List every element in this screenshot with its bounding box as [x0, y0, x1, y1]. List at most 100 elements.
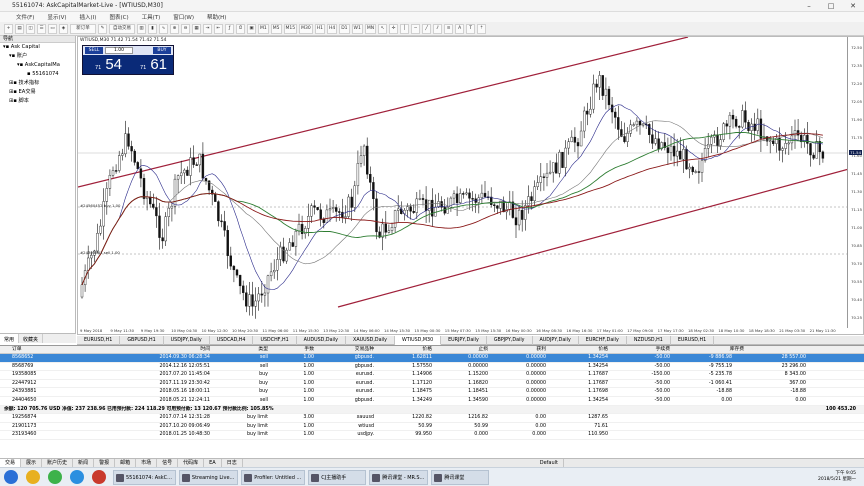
price-chart[interactable] [78, 37, 849, 328]
nav-scripts[interactable]: ⊞▪ 脚本 [0, 97, 75, 106]
chart-tab[interactable]: EURJPY,Daily [441, 335, 487, 345]
chart-window[interactable]: WTIUSD,M30 71.42 71.54 71.42 71.54 #2456… [77, 36, 864, 335]
buy-button[interactable]: BUY [153, 47, 171, 54]
candle-chart-icon[interactable]: ▮ [148, 23, 157, 34]
nav-account-number[interactable]: ▪ 55161074 [0, 70, 75, 79]
indicators-icon[interactable]: ƒ [225, 23, 234, 34]
chart-tab[interactable]: EURUSD,H1 [671, 335, 715, 345]
nav-accounts[interactable]: ▾▪ 账户 [0, 52, 75, 61]
taskbar-app[interactable]: 腾讯课堂 [431, 469, 490, 485]
nav-experts[interactable]: ⊞▪ EA交易 [0, 88, 75, 97]
zoom-in-icon[interactable]: ⊕ [170, 23, 179, 34]
buy-price[interactable]: 71 61 [128, 55, 173, 75]
trade-row[interactable]: 8568769 2014.12.16 12:05:51 sell 1.00 gbpusd… [0, 363, 864, 372]
profiles-icon[interactable]: ▤ [15, 23, 24, 34]
sell-price[interactable]: 71 54 [83, 55, 128, 75]
price-scale[interactable]: 72.50 72.35 72.20 72.05 71.90 71.75 71.60 71.45… [847, 37, 863, 328]
menu-tools[interactable]: 工具(T) [142, 13, 161, 21]
tester-icon[interactable]: ◈ [59, 23, 68, 34]
chart-tab[interactable]: WTIUSD,M30 [395, 335, 442, 345]
qq-icon[interactable] [70, 470, 84, 484]
start-button-icon[interactable] [4, 470, 18, 484]
pending-order-row[interactable]: 21901173 2017.10.20 09:06:49 buy limit 1.00… [0, 423, 864, 432]
menu-view[interactable]: 显示(V) [47, 13, 66, 21]
tile-icon[interactable]: ▦ [192, 23, 201, 34]
time-scale[interactable]: 9 May 2018 9 May 11:30 9 May 19:30 10 May 0… [78, 328, 849, 334]
label-icon[interactable]: T [466, 23, 476, 34]
fibo-icon[interactable]: ≡ [444, 23, 454, 34]
explorer-icon[interactable] [26, 470, 40, 484]
close-button[interactable]: ✕ [842, 0, 864, 12]
new-order-button[interactable]: 新订单 [70, 23, 96, 34]
metaeditor-icon[interactable]: ✎ [98, 23, 107, 34]
tf-d1[interactable]: D1 [339, 23, 350, 34]
trade-row[interactable]: 19358085 2017.07.20 11:45:04 buy 1.00 eurusd… [0, 371, 864, 380]
vertical-line-icon[interactable]: │ [400, 23, 410, 34]
autoscroll-icon[interactable]: ⇥ [203, 23, 212, 34]
channel-icon[interactable]: ⫽ [433, 23, 443, 34]
bar-chart-icon[interactable]: ▥ [137, 23, 146, 34]
chart-tab[interactable]: AUDUSD,Daily [297, 335, 347, 345]
chart-tab[interactable]: EURUSD,H1 [77, 335, 121, 345]
chart-shift-icon[interactable]: ⇤ [214, 23, 223, 34]
trade-row[interactable]: 8568652 2014.09.30 06:28:34 sell 1.00 gbpusd… [0, 354, 864, 363]
tf-m30[interactable]: M30 [299, 23, 313, 34]
trade-row[interactable]: 24393881 2018.05.16 18:00:11 buy 1.00 eurusd… [0, 388, 864, 397]
menu-window[interactable]: 窗口(W) [173, 13, 194, 21]
trade-row[interactable]: 22447912 2017.11.19 23:30:42 buy 1.00 eurusd… [0, 380, 864, 389]
market-watch-icon[interactable]: ◫ [26, 23, 35, 34]
text-icon[interactable]: A [455, 23, 465, 34]
terminal-icon[interactable]: ▭ [48, 23, 57, 34]
line-chart-icon[interactable]: ∿ [159, 23, 168, 34]
minimize-button[interactable]: – [798, 0, 820, 12]
taskbar-app[interactable]: 55161074: AskC... [113, 469, 176, 485]
nav-server[interactable]: ▾▪ AskCapitalMa [0, 61, 75, 70]
chart-tab[interactable]: AUDJPY,Daily [533, 335, 579, 345]
tf-w1[interactable]: W1 [351, 23, 363, 34]
chart-tab[interactable]: USDCHF,H1 [253, 335, 297, 345]
auto-trading-button[interactable]: 自动交易 [109, 23, 135, 34]
tf-h4[interactable]: H4 [326, 23, 338, 34]
nav-indicators[interactable]: ⊞▪ 技术指标 [0, 79, 75, 88]
chart-tab[interactable]: GBPUSD,H1 [120, 335, 164, 345]
app-icon[interactable] [48, 470, 62, 484]
chart-tab[interactable]: EURCHF,Daily [579, 335, 627, 345]
chart-tab[interactable]: USDCAD,H4 [210, 335, 254, 345]
cursor-icon[interactable]: ↖ [378, 23, 388, 34]
menu-file[interactable]: 文件(F) [16, 13, 34, 21]
nav-tab-favorites[interactable]: 收藏夹 [19, 334, 44, 343]
lot-size-input[interactable]: 1.00 [105, 47, 133, 54]
tf-h1[interactable]: H1 [314, 23, 325, 34]
periods-icon[interactable]: ⏱ [236, 23, 245, 34]
trendline-icon[interactable]: ╱ [422, 23, 432, 34]
tf-m1[interactable]: M1 [258, 23, 269, 34]
zoom-out-icon[interactable]: ⊖ [181, 23, 190, 34]
taskbar-app[interactable]: Profiler: Untitled ... [241, 469, 306, 485]
pending-order-row[interactable]: 23193460 2018.01.25 10:48:30 buy limit 1.00… [0, 431, 864, 440]
horizontal-line-icon[interactable]: ─ [411, 23, 421, 34]
menu-insert[interactable]: 插入(I) [80, 13, 97, 21]
menu-chart[interactable]: 图表(C) [109, 13, 128, 21]
pending-order-row[interactable]: 19256874 2017.07.14 12:31:28 buy limit 3.00… [0, 414, 864, 423]
templates-icon[interactable]: ▣ [247, 23, 256, 34]
taskbar-app[interactable]: Streaming Live... [178, 469, 239, 485]
chart-tab[interactable]: NZDUSD,H1 [627, 335, 671, 345]
new-chart-icon[interactable]: + [4, 23, 13, 34]
chart-tab[interactable]: GBPJPY,Daily [487, 335, 533, 345]
chart-tab[interactable]: XAUUSD,Daily [346, 335, 396, 345]
chrome-icon[interactable] [92, 470, 106, 484]
sell-button[interactable]: SELL [85, 47, 103, 54]
trade-row[interactable]: 24404650 2018.05.21 12:24:11 sell 1.00 gbpus… [0, 397, 864, 406]
crosshair-icon[interactable]: ✛ [389, 23, 399, 34]
taskbar-app[interactable]: 腾讯课堂 - MR.S... [369, 469, 429, 485]
menu-help[interactable]: 帮助(H) [207, 13, 226, 21]
maximize-button[interactable]: □ [820, 0, 842, 12]
nav-broker[interactable]: ▾▪ Ask Capital [0, 43, 75, 52]
tf-m15[interactable]: M15 [283, 23, 298, 34]
tf-m5[interactable]: M5 [270, 23, 282, 34]
arrows-icon[interactable]: ⇡ [477, 23, 487, 34]
nav-tab-common[interactable]: 常用 [0, 334, 20, 343]
taskbar-app[interactable]: CJ主播助手 [308, 469, 367, 485]
chart-tab[interactable]: USDJPY,Daily [164, 335, 210, 345]
tf-mn[interactable]: MN [364, 23, 377, 34]
